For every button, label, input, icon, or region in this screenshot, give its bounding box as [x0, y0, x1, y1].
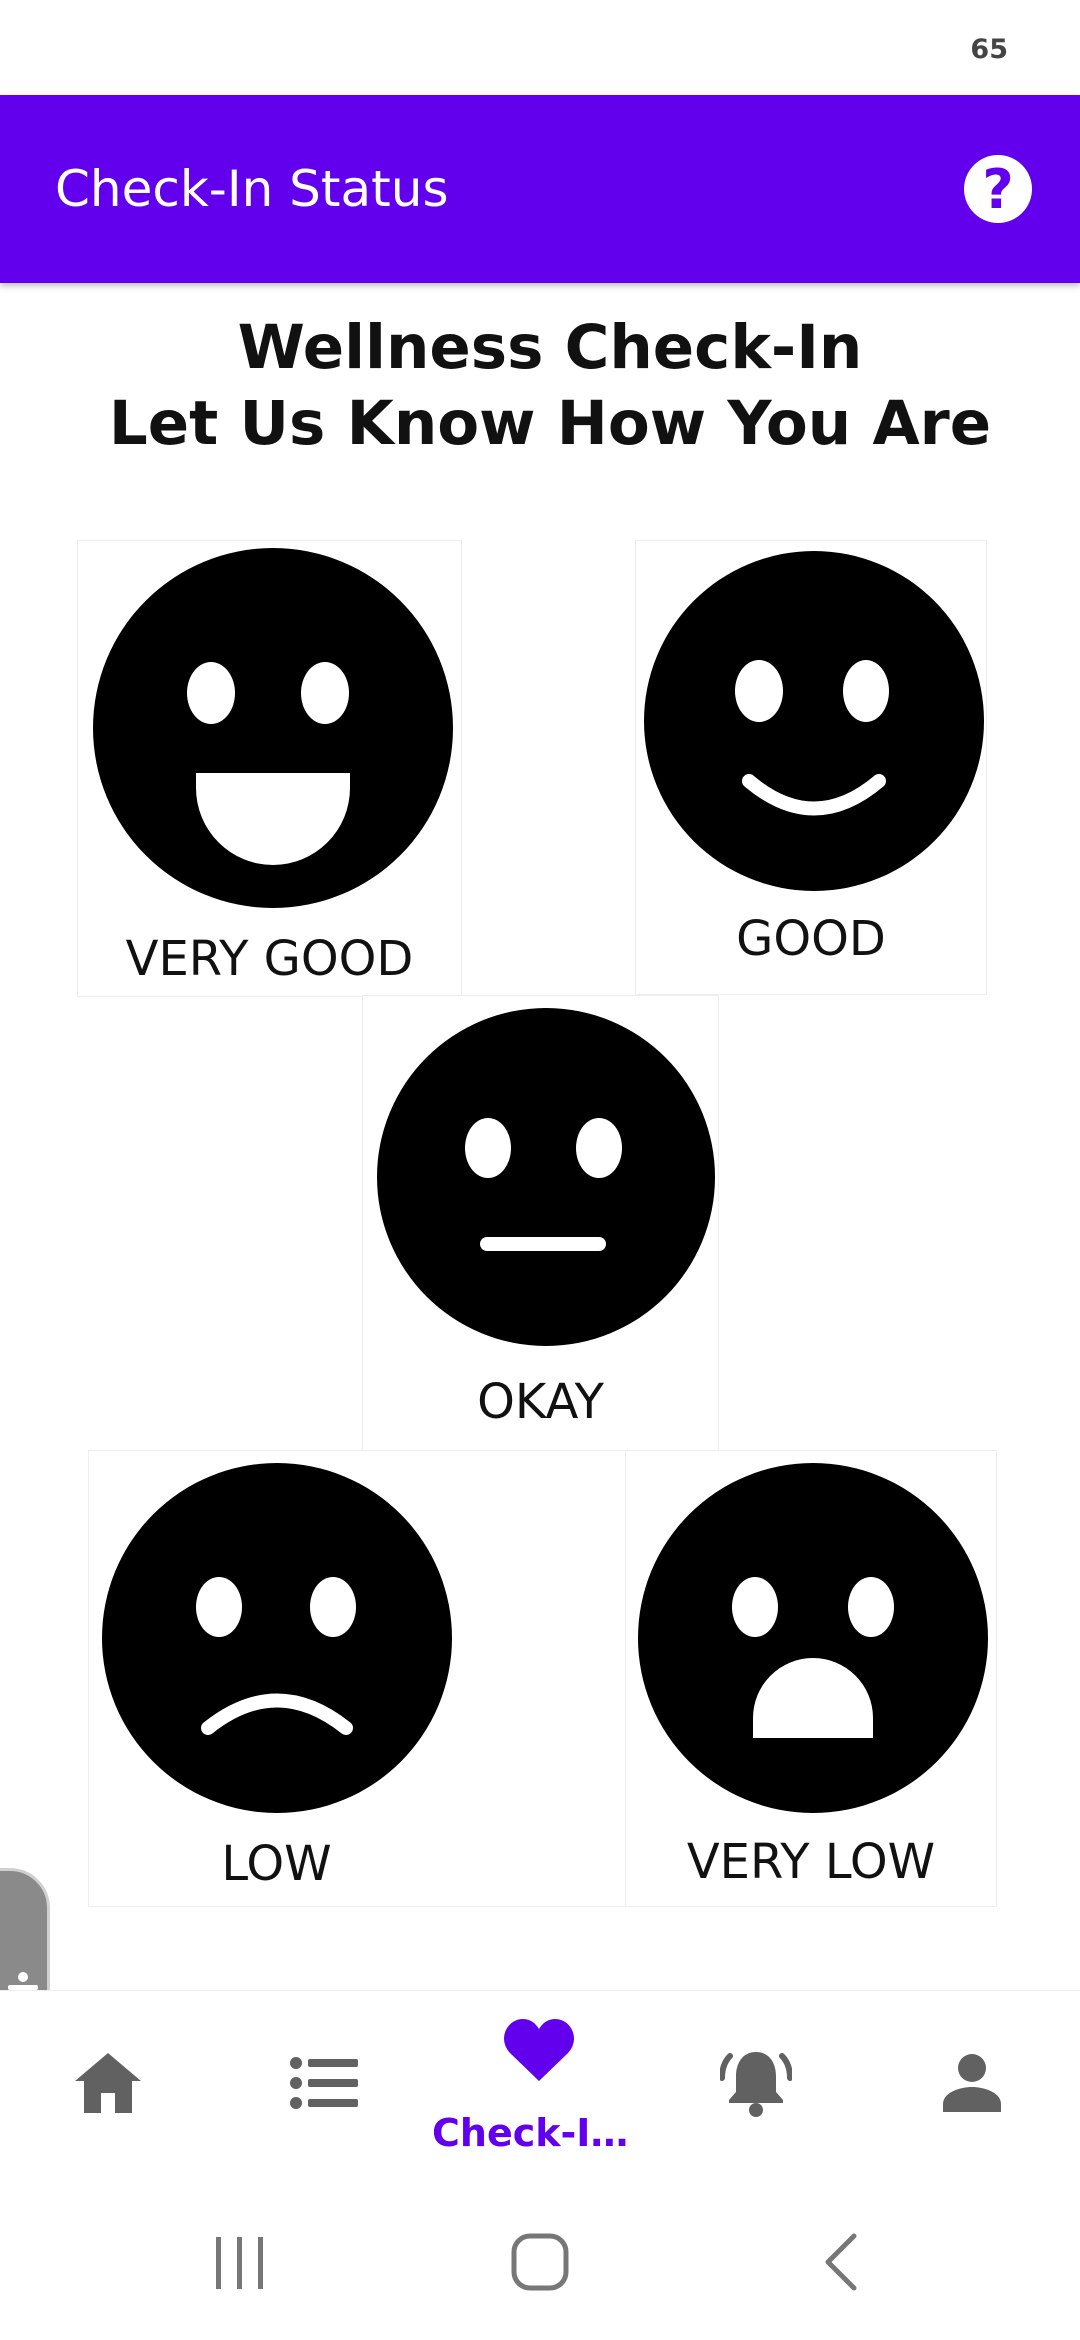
nav-item-home[interactable] [0, 1991, 216, 2181]
mood-option-very-low[interactable]: VERY LOW [625, 1450, 997, 1907]
mood-label: GOOD [736, 911, 886, 967]
nav-label-check-in: Check-In... [432, 2111, 648, 2155]
frowning-face-icon [102, 1463, 452, 1813]
nav-item-list[interactable] [216, 1991, 432, 2181]
status-indicator: 65 [970, 34, 1008, 65]
mood-label: LOW [221, 1836, 332, 1892]
mood-label: VERY LOW [686, 1834, 936, 1890]
neutral-face-icon [377, 1008, 715, 1346]
nav-item-profile[interactable] [864, 1991, 1080, 2181]
home-icon [75, 2053, 141, 2113]
person-icon [943, 2054, 1001, 2112]
recent-apps-icon[interactable] [210, 2235, 270, 2291]
mood-option-good[interactable]: GOOD [635, 540, 987, 995]
very-happy-face-icon [93, 548, 453, 908]
heading-line-2: Let Us Know How You Are [108, 388, 992, 459]
heading-line-1: Wellness Check-In [237, 312, 863, 383]
mood-label: OKAY [477, 1374, 604, 1430]
bottom-navigation: Check-In... [0, 1990, 1080, 2181]
mood-option-very-good[interactable]: VERY GOOD [77, 540, 462, 997]
mood-option-okay[interactable]: OKAY [362, 995, 719, 1452]
help-icon[interactable]: ? [964, 155, 1032, 223]
page-title: Check-In Status [55, 160, 449, 218]
home-button-icon[interactable] [510, 2232, 570, 2292]
heart-icon [504, 2019, 574, 2081]
smiling-face-icon [644, 551, 984, 891]
app-bar: Check-In Status ? [0, 95, 1080, 283]
back-icon[interactable] [820, 2232, 860, 2292]
status-bar: 65 [0, 0, 1080, 95]
system-navigation-bar [0, 2180, 1080, 2340]
list-icon [290, 2057, 358, 2109]
checkin-heading: Wellness Check-In Let Us Know How You Ar… [0, 310, 1080, 462]
nav-item-check-in[interactable]: Check-In... [432, 1991, 648, 2181]
mood-option-low[interactable]: LOW [88, 1450, 627, 1907]
mood-label: VERY GOOD [125, 931, 414, 987]
distressed-face-icon [638, 1463, 988, 1813]
alarm-bell-icon [720, 2052, 792, 2117]
nav-item-alerts[interactable] [648, 1991, 864, 2181]
